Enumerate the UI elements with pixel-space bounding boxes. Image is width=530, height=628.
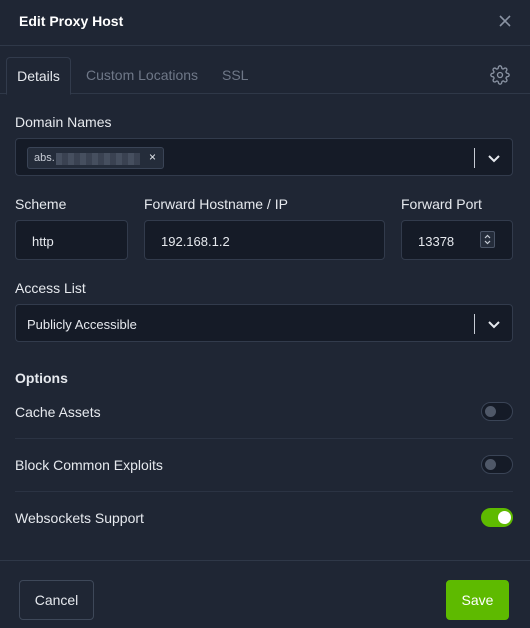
access-list-value: Publicly Accessible: [27, 317, 137, 332]
toggle-knob: [498, 511, 511, 524]
toggle-knob: [485, 459, 496, 470]
forward-port-label: Forward Port: [401, 196, 482, 212]
gear-icon-graphic: [490, 65, 510, 85]
chevron-down-icon[interactable]: [486, 150, 502, 166]
tab-details[interactable]: Details: [6, 57, 71, 95]
websockets-support-toggle[interactable]: [481, 508, 513, 527]
domain-names-input[interactable]: abs. ×: [15, 138, 513, 176]
tab-bar: Details Custom Locations SSL: [0, 46, 530, 95]
forward-hostname-value: 192.168.1.2: [161, 234, 230, 249]
save-button[interactable]: Save: [446, 580, 509, 620]
tab-ssl[interactable]: SSL: [222, 57, 248, 94]
domain-names-label: Domain Names: [15, 114, 112, 130]
chevron-down-icon-graphic: [488, 321, 500, 329]
option-cache-assets: Cache Assets: [15, 386, 513, 439]
dialog-header: Edit Proxy Host: [0, 0, 530, 46]
forward-port-input[interactable]: 13378: [401, 220, 513, 260]
option-websockets-support: Websockets Support: [15, 492, 513, 545]
dropdown-separator: [474, 148, 475, 168]
forward-hostname-label: Forward Hostname / IP: [144, 196, 288, 212]
scheme-label: Scheme: [15, 196, 67, 212]
block-common-exploits-label: Block Common Exploits: [15, 457, 163, 473]
block-common-exploits-toggle[interactable]: [481, 455, 513, 474]
stepper-arrows-icon: [484, 234, 491, 245]
gear-icon[interactable]: [490, 65, 510, 85]
close-icon[interactable]: [494, 10, 516, 32]
domain-chip: abs. ×: [27, 147, 164, 169]
cache-assets-toggle[interactable]: [481, 402, 513, 421]
toggle-knob: [485, 406, 496, 417]
options-heading: Options: [15, 370, 68, 386]
access-list-select[interactable]: Publicly Accessible: [15, 304, 513, 342]
cache-assets-label: Cache Assets: [15, 404, 101, 420]
close-icon-graphic: [499, 15, 511, 27]
websockets-support-label: Websockets Support: [15, 510, 144, 526]
edit-proxy-host-dialog: Edit Proxy Host Details Custom Locations…: [0, 0, 530, 628]
dialog-title: Edit Proxy Host: [19, 13, 124, 29]
access-list-label: Access List: [15, 280, 86, 296]
scheme-input[interactable]: http: [15, 220, 128, 260]
cancel-button[interactable]: Cancel: [19, 580, 94, 620]
chevron-down-icon[interactable]: [486, 316, 502, 332]
tab-custom-locations[interactable]: Custom Locations: [86, 57, 198, 94]
dialog-footer: Cancel Save: [0, 560, 530, 628]
option-block-common-exploits: Block Common Exploits: [15, 439, 513, 492]
port-stepper[interactable]: [480, 231, 495, 248]
domain-chip-text: abs.: [34, 152, 55, 164]
remove-chip-icon[interactable]: ×: [149, 150, 156, 164]
forward-hostname-input[interactable]: 192.168.1.2: [144, 220, 385, 260]
dropdown-separator: [474, 314, 475, 334]
redacted-domain: [56, 153, 140, 165]
chevron-down-icon-graphic: [488, 155, 500, 163]
scheme-value: http: [32, 234, 54, 249]
forward-port-value: 13378: [418, 234, 455, 249]
